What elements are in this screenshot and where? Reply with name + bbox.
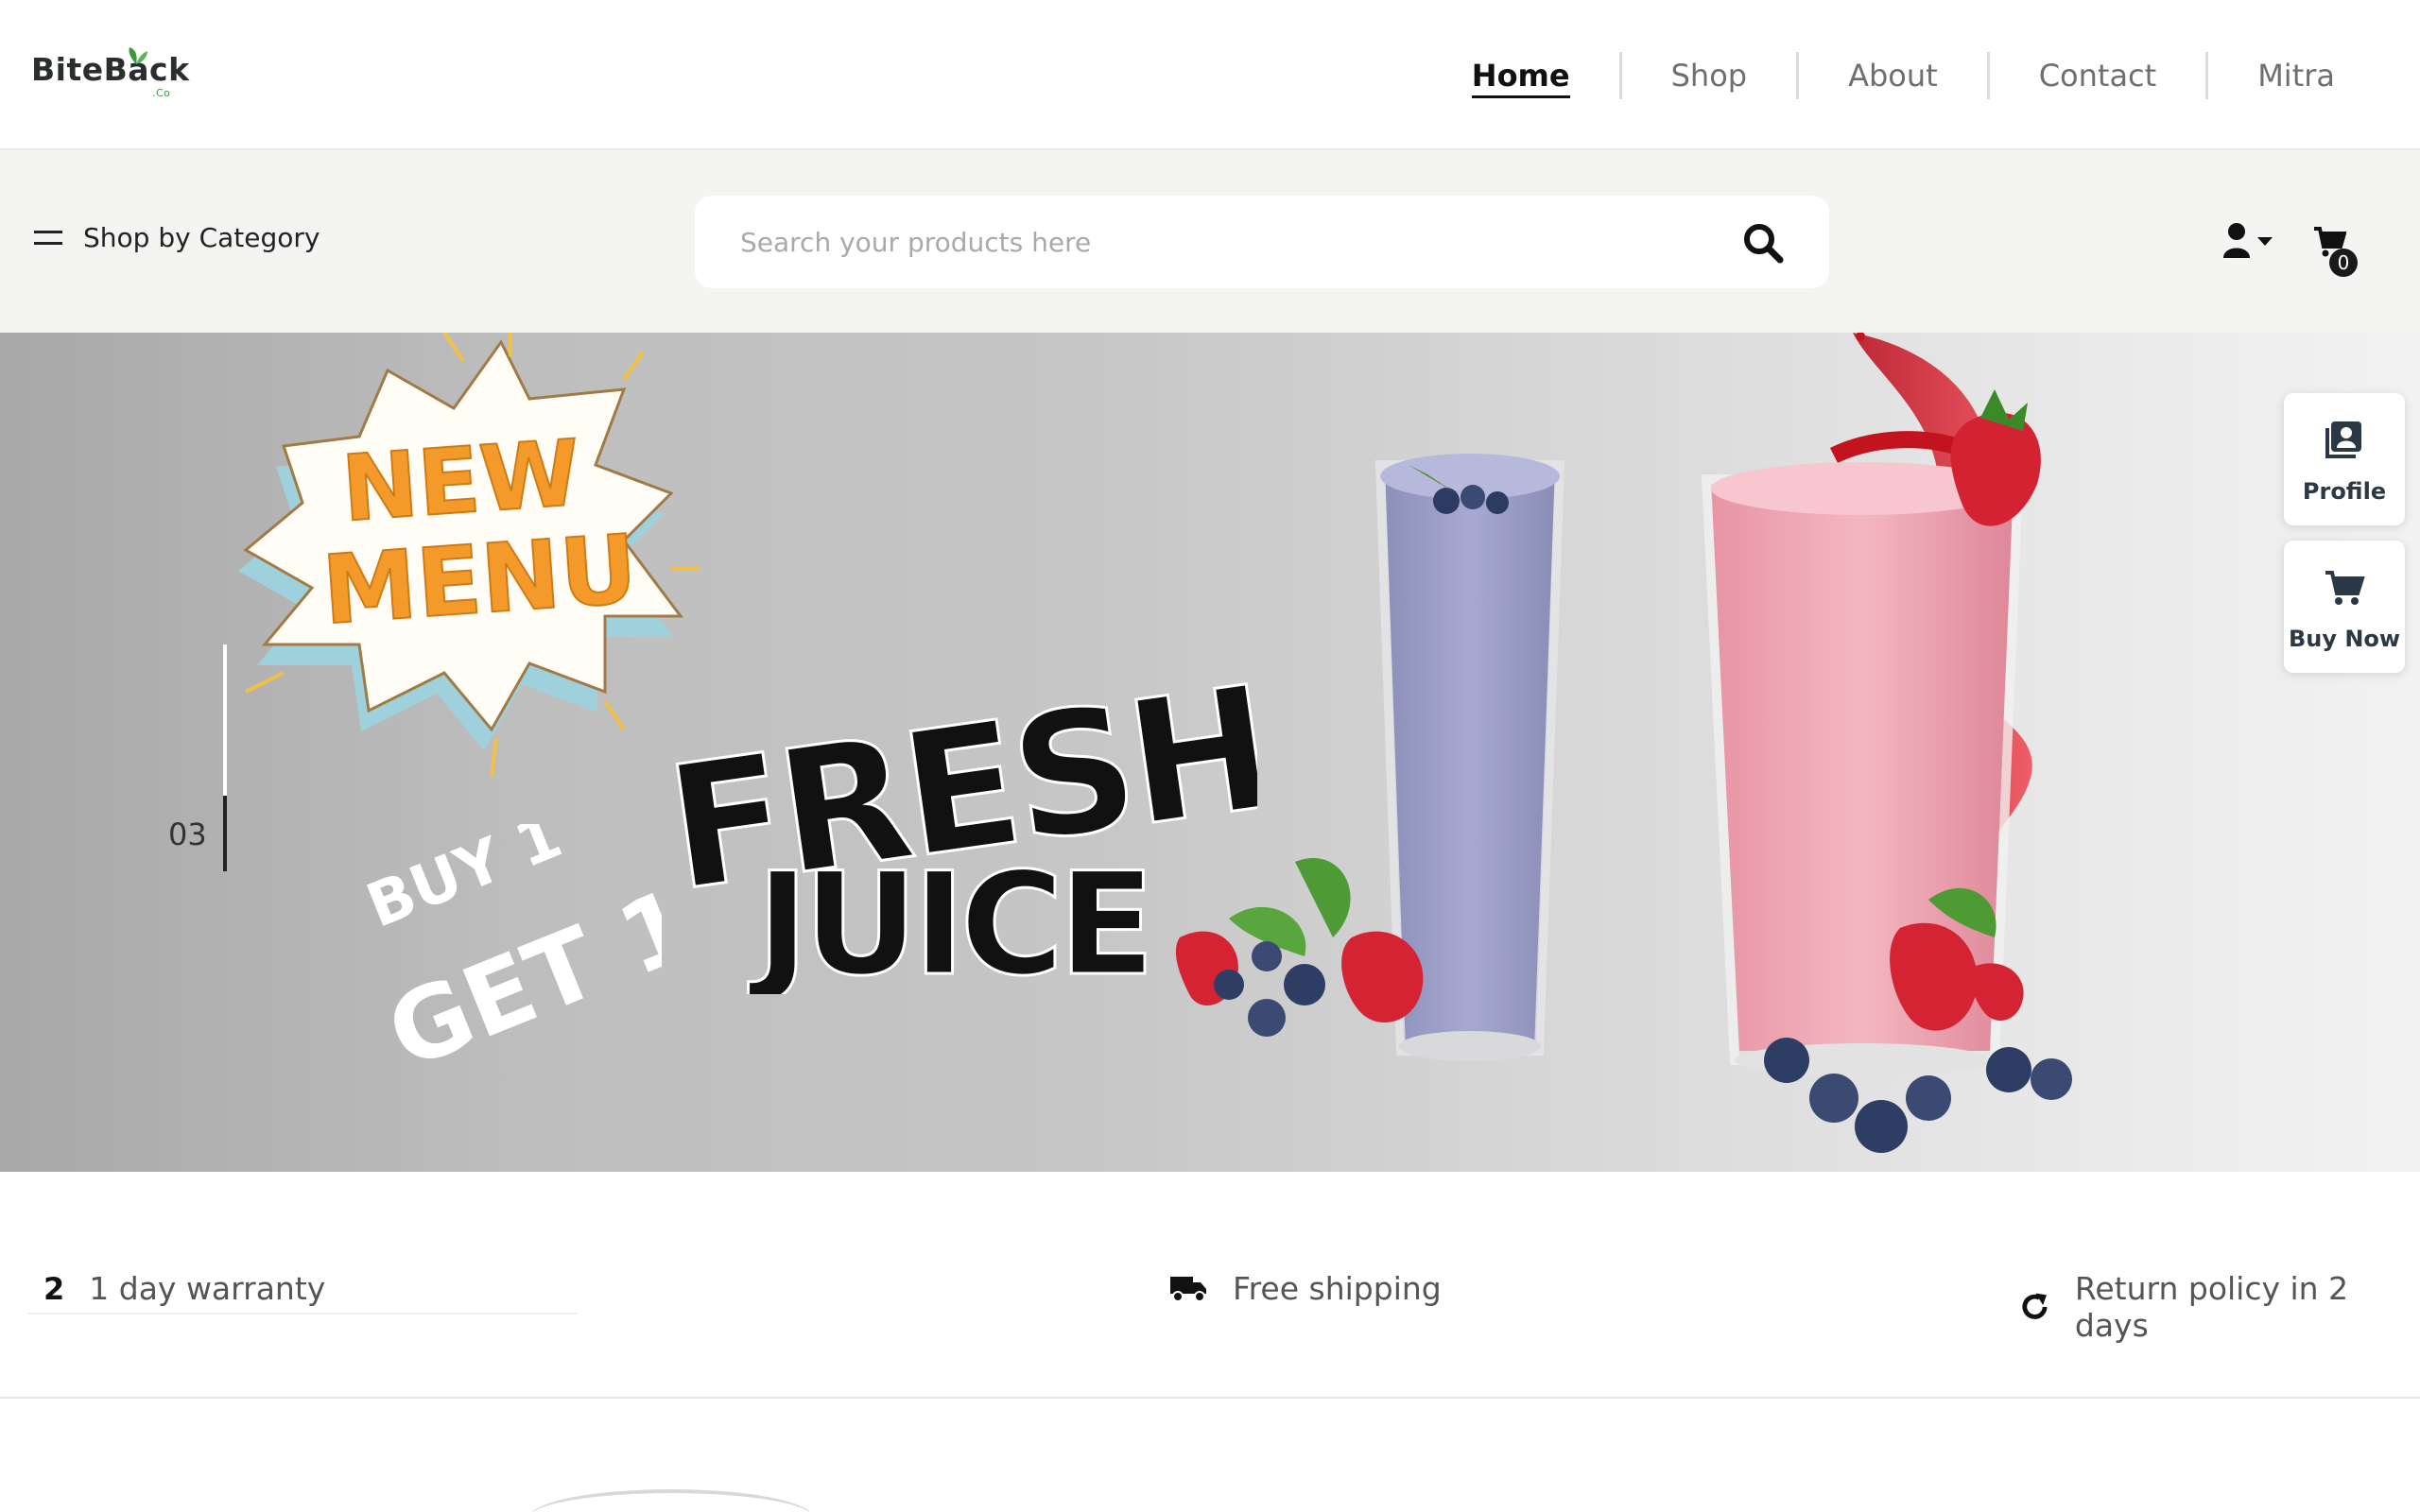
warranty-number: 2 bbox=[43, 1270, 65, 1307]
fresh-juice-headline: FRESH JUICE bbox=[656, 673, 1257, 994]
feature-warranty: 2 1 day warranty bbox=[28, 1270, 577, 1314]
slide-number: 03 bbox=[168, 816, 207, 852]
brand-name: BiteBack bbox=[31, 51, 190, 88]
feature-shipping: Free shipping bbox=[1170, 1270, 1442, 1307]
nav-about[interactable]: About bbox=[1799, 52, 1987, 99]
search-input[interactable] bbox=[740, 220, 1648, 264]
feature-returns: Return policy in 2 days bbox=[2019, 1270, 2420, 1344]
nav-mitra[interactable]: Mitra bbox=[2208, 52, 2420, 99]
next-section-preview bbox=[529, 1489, 813, 1512]
return-policy-text: Return policy in 2 days bbox=[2074, 1270, 2349, 1344]
brand-logo[interactable]: BiteBack .Co bbox=[31, 47, 190, 99]
brand-suffix: .Co bbox=[152, 87, 171, 99]
cart-count-badge: 0 bbox=[2329, 249, 2358, 277]
smoothie-glasses-image bbox=[1175, 333, 2072, 1153]
headline-line-2: JUICE bbox=[748, 843, 1150, 994]
search-bar-row: Shop by Category 0 bbox=[0, 150, 2420, 333]
nav-home[interactable]: Home bbox=[1423, 52, 1619, 99]
badge-line-2: MENU bbox=[320, 514, 641, 646]
main-nav: Home Shop About Contact Mitra bbox=[1423, 47, 2420, 104]
nav-shop[interactable]: Shop bbox=[1622, 52, 1796, 99]
profile-side-button[interactable]: Profile bbox=[2284, 393, 2405, 525]
cart-icon bbox=[2325, 571, 2365, 605]
slide-indicator-active bbox=[223, 796, 227, 871]
profile-label: Profile bbox=[2302, 478, 2387, 505]
promo-text: BUY 1 GET 1 bbox=[359, 824, 662, 1089]
search-box bbox=[695, 196, 1829, 288]
nav-contact[interactable]: Contact bbox=[1990, 52, 2206, 99]
slide-indicator-track bbox=[223, 644, 227, 796]
shop-by-category-button[interactable]: Shop by Category bbox=[34, 222, 320, 253]
search-icon[interactable] bbox=[1742, 222, 1784, 264]
refresh-icon bbox=[2022, 1293, 2048, 1319]
hero-banner[interactable]: NEW MENU 03 BUY 1 GET 1 FRESH JUICE Prof… bbox=[0, 333, 2420, 1172]
buy-now-label: Buy Now bbox=[2288, 626, 2401, 652]
truck-icon bbox=[1170, 1276, 1206, 1302]
user-icon[interactable] bbox=[2221, 222, 2278, 260]
features-strip: 2 1 day warranty Free shipping Return po… bbox=[0, 1172, 2420, 1399]
warranty-text: 1 day warranty bbox=[89, 1270, 326, 1307]
contact-book-icon bbox=[2325, 421, 2361, 458]
caret-down-icon bbox=[2257, 237, 2273, 246]
shipping-text: Free shipping bbox=[1233, 1270, 1442, 1307]
leaf-icon bbox=[129, 47, 147, 64]
top-navbar: BiteBack .Co Home Shop About Contact Mit… bbox=[0, 0, 2420, 150]
shop-by-category-label: Shop by Category bbox=[83, 222, 320, 253]
buy-now-side-button[interactable]: Buy Now bbox=[2284, 541, 2405, 673]
menu-icon bbox=[34, 229, 62, 248]
